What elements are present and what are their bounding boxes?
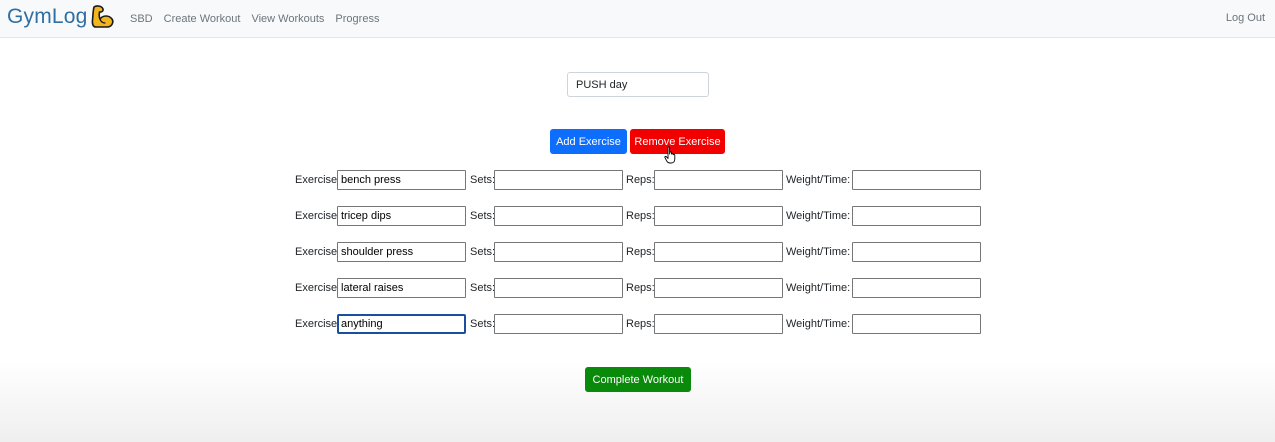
exercise-row: Exercise: Sets: Reps: Weight/Time: <box>295 206 995 227</box>
navbar: GymLog SBD Create Workout View Workouts … <box>0 0 1275 38</box>
sets-label: Sets: <box>470 210 496 222</box>
sets-label: Sets: <box>470 282 496 294</box>
exercise-label: Exercise: <box>295 174 341 186</box>
flexed-biceps-icon <box>91 5 114 28</box>
sets-label: Sets: <box>470 174 496 186</box>
weight-time-input[interactable] <box>852 314 981 334</box>
weight-time-label: Weight/Time: <box>786 210 851 222</box>
reps-input[interactable] <box>654 206 783 226</box>
workout-name-input[interactable] <box>567 72 709 97</box>
weight-time-input[interactable] <box>852 206 981 226</box>
weight-time-input[interactable] <box>852 278 981 298</box>
reps-input[interactable] <box>654 314 783 334</box>
weight-time-input[interactable] <box>852 242 981 262</box>
brand-logo[interactable]: GymLog <box>7 3 115 31</box>
logout-link[interactable]: Log Out <box>1226 0 1265 38</box>
exercise-name-input[interactable] <box>337 206 466 226</box>
sets-input[interactable] <box>494 206 623 226</box>
reps-input[interactable] <box>654 242 783 262</box>
sets-label: Sets: <box>470 246 496 258</box>
exercise-row: Exercise: Sets: Reps: Weight/Time: <box>295 314 995 335</box>
weight-time-label: Weight/Time: <box>786 174 851 186</box>
exercise-row: Exercise: Sets: Reps: Weight/Time: <box>295 278 995 299</box>
exercise-name-input[interactable] <box>337 278 466 298</box>
sets-label: Sets: <box>470 318 496 330</box>
reps-label: Reps: <box>626 282 655 294</box>
exercise-row: Exercise: Sets: Reps: Weight/Time: <box>295 170 995 191</box>
reps-label: Reps: <box>626 174 655 186</box>
reps-input[interactable] <box>654 170 783 190</box>
weight-time-input[interactable] <box>852 170 981 190</box>
brand-name: GymLog <box>7 5 88 28</box>
weight-time-label: Weight/Time: <box>786 282 851 294</box>
weight-time-label: Weight/Time: <box>786 246 851 258</box>
sets-input[interactable] <box>494 278 623 298</box>
exercise-label: Exercise: <box>295 210 341 222</box>
sets-input[interactable] <box>494 170 623 190</box>
nav-links: SBD Create Workout View Workouts Progres… <box>130 0 390 38</box>
add-exercise-button[interactable]: Add Exercise <box>550 129 627 154</box>
hand-pointer-cursor-icon <box>664 146 676 164</box>
sets-input[interactable] <box>494 314 623 334</box>
reps-label: Reps: <box>626 246 655 258</box>
exercise-row: Exercise: Sets: Reps: Weight/Time: <box>295 242 995 263</box>
sets-input[interactable] <box>494 242 623 262</box>
nav-link-create-workout[interactable]: Create Workout <box>164 13 241 25</box>
exercise-name-input[interactable] <box>337 242 466 262</box>
complete-workout-button[interactable]: Complete Workout <box>585 367 691 392</box>
exercise-label: Exercise: <box>295 282 341 294</box>
weight-time-label: Weight/Time: <box>786 318 851 330</box>
exercise-name-input[interactable] <box>337 170 466 190</box>
reps-label: Reps: <box>626 210 655 222</box>
reps-input[interactable] <box>654 278 783 298</box>
exercise-label: Exercise: <box>295 318 341 330</box>
reps-label: Reps: <box>626 318 655 330</box>
nav-link-view-workouts[interactable]: View Workouts <box>251 13 324 25</box>
exercise-label: Exercise: <box>295 246 341 258</box>
nav-link-progress[interactable]: Progress <box>335 13 379 25</box>
exercise-name-input[interactable] <box>337 314 466 334</box>
nav-link-sbd[interactable]: SBD <box>130 13 153 25</box>
